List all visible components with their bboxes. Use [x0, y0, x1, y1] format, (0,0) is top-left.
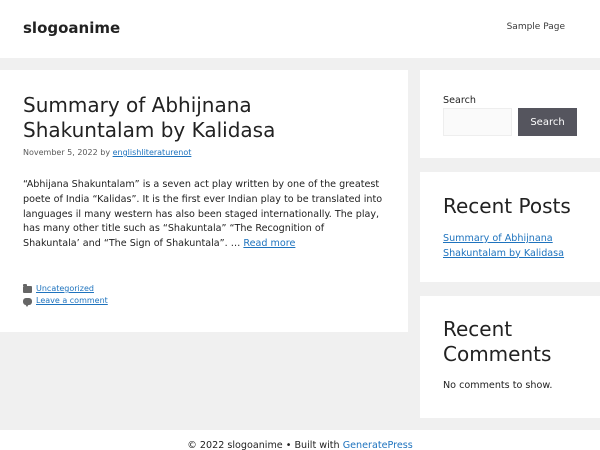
post-excerpt: “Abhijana Shakuntalam” is a seven act pl… [23, 178, 383, 252]
search-button[interactable]: Search [518, 108, 577, 136]
search-widget: Search Search [420, 70, 600, 158]
post-by: by [100, 148, 111, 157]
recent-posts-widget: Recent Posts Summary of Abhijnana Shakun… [420, 172, 600, 282]
site-title[interactable]: slogoanime [23, 19, 120, 37]
read-more-link[interactable]: Read more [243, 238, 295, 249]
leave-comment-link[interactable]: Leave a comment [36, 295, 108, 307]
recent-post-link[interactable]: Summary of Abhijnana Shakuntalam by Kali… [443, 232, 593, 261]
recent-posts-title: Recent Posts [443, 194, 571, 218]
post-excerpt-text: “Abhijana Shakuntalam” is a seven act pl… [23, 179, 383, 250]
post-category-line: Uncategorized [23, 283, 108, 295]
post-comment-line: Leave a comment [23, 295, 108, 307]
nav-sample-page[interactable]: Sample Page [507, 22, 565, 32]
generatepress-link[interactable]: GeneratePress [343, 440, 413, 450]
post-meta: November 5, 2022 by englishliteraturenot [23, 148, 191, 157]
footer-text: © 2022 slogoanime • Built with GenerateP… [0, 440, 600, 450]
post-footer: Uncategorized Leave a comment [23, 283, 108, 307]
category-link[interactable]: Uncategorized [36, 283, 94, 295]
recent-comments-title: Recent Comments [443, 317, 552, 366]
footer-copyright: © 2022 slogoanime • Built with [187, 440, 340, 450]
comment-icon [23, 297, 32, 307]
post-author-link[interactable]: englishliteraturenot [113, 148, 192, 157]
post-title-text[interactable]: Summary of Abhijnana Shakuntalam by Kali… [23, 93, 275, 142]
post-title[interactable]: Summary of Abhijnana Shakuntalam by Kali… [23, 93, 383, 143]
search-input[interactable] [443, 108, 512, 136]
post-article: Summary of Abhijnana Shakuntalam by Kali… [0, 70, 408, 332]
folder-icon [23, 283, 32, 293]
site-header: slogoanime Sample Page [0, 0, 600, 58]
no-comments-text: No comments to show. [443, 380, 553, 391]
recent-comments-widget: Recent Comments No comments to show. [420, 296, 600, 418]
post-date: November 5, 2022 [23, 148, 98, 157]
search-label: Search [443, 95, 476, 106]
site-footer: © 2022 slogoanime • Built with GenerateP… [0, 430, 600, 450]
